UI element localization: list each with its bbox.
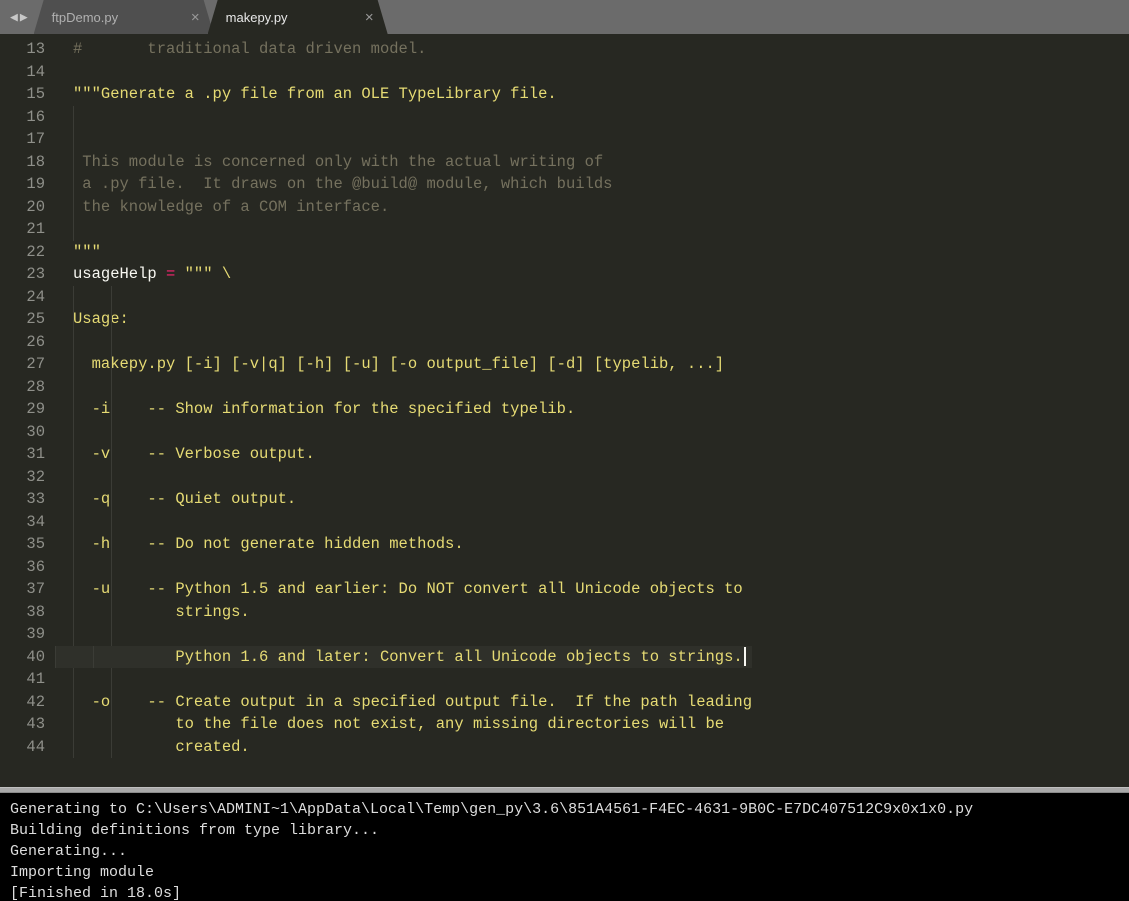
line-number: 22: [0, 241, 45, 264]
line-number: 30: [0, 421, 45, 444]
code-line[interactable]: """: [73, 241, 752, 264]
line-number: 21: [0, 218, 45, 241]
line-number-gutter: 1314151617181920212223242526272829303132…: [0, 34, 55, 787]
code-line[interactable]: makepy.py [-i] [-v|q] [-h] [-u] [-o outp…: [73, 353, 752, 376]
code-line[interactable]: Python 1.6 and later: Convert all Unicod…: [55, 646, 752, 669]
code-line[interactable]: [73, 106, 752, 129]
tab-bar: ◀ ▶ ftpDemo.py × makepy.py ×: [0, 0, 1129, 34]
code-line[interactable]: -q -- Quiet output.: [73, 488, 752, 511]
line-number: 33: [0, 488, 45, 511]
code-line[interactable]: [73, 331, 752, 354]
tab-makepy[interactable]: makepy.py ×: [208, 0, 388, 34]
code-line[interactable]: This module is concerned only with the a…: [73, 151, 752, 174]
code-line[interactable]: usageHelp = """ \: [73, 263, 752, 286]
build-output-panel[interactable]: Generating to C:\Users\ADMINI~1\AppData\…: [0, 793, 1129, 901]
line-number: 34: [0, 511, 45, 534]
code-line[interactable]: [73, 128, 752, 151]
code-line[interactable]: created.: [73, 736, 752, 759]
line-number: 36: [0, 556, 45, 579]
line-number: 15: [0, 83, 45, 106]
code-line[interactable]: [73, 286, 752, 309]
code-line[interactable]: to the file does not exist, any missing …: [73, 713, 752, 736]
line-number: 25: [0, 308, 45, 331]
line-number: 29: [0, 398, 45, 421]
line-number: 35: [0, 533, 45, 556]
code-line[interactable]: [73, 466, 752, 489]
code-line[interactable]: [73, 61, 752, 84]
line-number: 39: [0, 623, 45, 646]
code-line[interactable]: [73, 623, 752, 646]
nav-forward-icon[interactable]: ▶: [20, 10, 28, 25]
line-number: 13: [0, 38, 45, 61]
line-number: 38: [0, 601, 45, 624]
code-line[interactable]: -o -- Create output in a specified outpu…: [73, 691, 752, 714]
code-line[interactable]: [73, 218, 752, 241]
nav-back-icon[interactable]: ◀: [10, 10, 18, 25]
code-line[interactable]: Usage:: [73, 308, 752, 331]
line-number: 28: [0, 376, 45, 399]
tab-ftpdemo[interactable]: ftpDemo.py ×: [34, 0, 214, 34]
code-line[interactable]: -h -- Do not generate hidden methods.: [73, 533, 752, 556]
code-line[interactable]: the knowledge of a COM interface.: [73, 196, 752, 219]
tab-label: ftpDemo.py: [52, 10, 173, 25]
code-line[interactable]: -i -- Show information for the specified…: [73, 398, 752, 421]
editor-area[interactable]: 1314151617181920212223242526272829303132…: [0, 34, 1129, 787]
code-line[interactable]: [73, 421, 752, 444]
code-line[interactable]: [73, 556, 752, 579]
code-line[interactable]: [73, 668, 752, 691]
text-cursor: [744, 647, 746, 666]
line-number: 19: [0, 173, 45, 196]
line-number: 27: [0, 353, 45, 376]
line-number: 44: [0, 736, 45, 759]
line-number: 41: [0, 668, 45, 691]
code-line[interactable]: -v -- Verbose output.: [73, 443, 752, 466]
close-icon[interactable]: ×: [191, 9, 200, 26]
code-line[interactable]: strings.: [73, 601, 752, 624]
line-number: 23: [0, 263, 45, 286]
line-number: 32: [0, 466, 45, 489]
line-number: 24: [0, 286, 45, 309]
code-line[interactable]: -u -- Python 1.5 and earlier: Do NOT con…: [73, 578, 752, 601]
line-number: 20: [0, 196, 45, 219]
line-number: 18: [0, 151, 45, 174]
code-content[interactable]: # traditional data driven model. """Gener…: [55, 34, 752, 787]
line-number: 31: [0, 443, 45, 466]
line-number: 37: [0, 578, 45, 601]
line-number: 43: [0, 713, 45, 736]
line-number: 16: [0, 106, 45, 129]
tab-nav-arrows: ◀ ▶: [4, 0, 34, 34]
tab-label: makepy.py: [226, 10, 347, 25]
code-line[interactable]: [73, 376, 752, 399]
line-number: 42: [0, 691, 45, 714]
line-number: 14: [0, 61, 45, 84]
code-line[interactable]: """Generate a .py file from an OLE TypeL…: [73, 83, 752, 106]
line-number: 17: [0, 128, 45, 151]
code-line[interactable]: # traditional data driven model.: [73, 38, 752, 61]
code-line[interactable]: a .py file. It draws on the @build@ modu…: [73, 173, 752, 196]
close-icon[interactable]: ×: [365, 9, 374, 26]
code-line[interactable]: [73, 511, 752, 534]
line-number: 26: [0, 331, 45, 354]
line-number: 40: [0, 646, 45, 669]
